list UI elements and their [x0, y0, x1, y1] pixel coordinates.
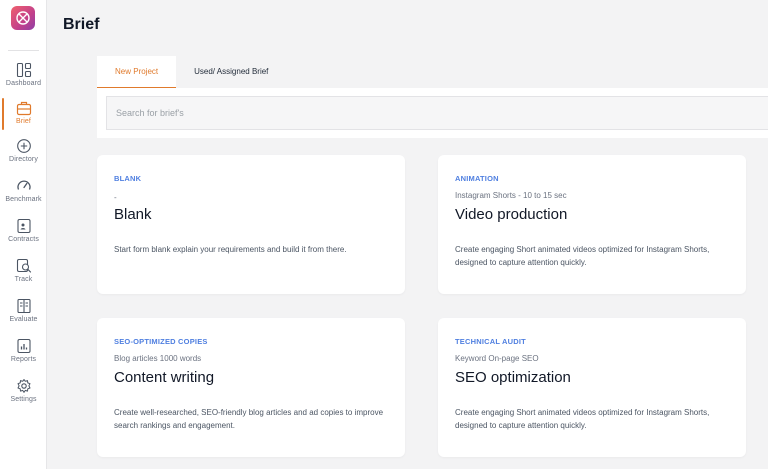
- card-title: Blank: [114, 206, 152, 223]
- sidebar-item-evaluate[interactable]: Evaluate: [0, 298, 47, 336]
- sidebar-item-benchmark[interactable]: Benchmark: [0, 178, 47, 216]
- search-panel: [97, 88, 768, 138]
- sidebar-item-settings[interactable]: Settings: [0, 378, 47, 416]
- gear-icon: [17, 379, 30, 393]
- card-subtitle: Blog articles 1000 words: [114, 354, 202, 363]
- card-category: BLANK: [114, 174, 142, 183]
- dashboard-icon: [16, 62, 31, 78]
- card-title: Video production: [455, 206, 568, 223]
- sidebar-item-directory[interactable]: Directory: [0, 138, 47, 176]
- sidebar-item-label: Evaluate: [9, 316, 38, 323]
- sidebar-item-reports[interactable]: Reports: [0, 338, 47, 376]
- gauge-icon: [16, 180, 31, 190]
- card-category: TECHNICAL AUDIT: [455, 337, 526, 346]
- page-title: Brief: [63, 16, 100, 33]
- report-icon: [16, 338, 31, 354]
- brief-card-animation[interactable]: ANIMATION Instagram Shorts - 10 to 15 se…: [438, 155, 746, 294]
- sidebar-item-label: Settings: [10, 396, 37, 403]
- brief-card-technical-audit[interactable]: TECHNICAL AUDIT Keyword On-page SEO SEO …: [438, 318, 746, 457]
- card-category: SEO-OPTIMIZED COPIES: [114, 337, 208, 346]
- sidebar-item-label: Reports: [10, 356, 37, 363]
- contract-icon: [16, 218, 31, 234]
- logo-icon: [16, 11, 30, 25]
- tab-new-project[interactable]: New Project: [97, 56, 177, 88]
- book-icon: [16, 298, 31, 314]
- plus-circle-icon: [16, 139, 31, 153]
- card-title: Content writing: [114, 369, 215, 386]
- sidebar: Dashboard Brief Directory Benchmark Cont…: [0, 0, 47, 469]
- brief-card-blank[interactable]: BLANK - Blank Start form blank explain y…: [97, 155, 405, 294]
- tab-bar: New Project Used/ Assigned Brief: [97, 56, 286, 88]
- track-icon: [16, 258, 31, 273]
- sidebar-item-contracts[interactable]: Contracts: [0, 218, 47, 256]
- card-subtitle: Keyword On-page SEO: [455, 354, 539, 363]
- app-logo[interactable]: [11, 6, 35, 30]
- search-input[interactable]: [106, 96, 768, 130]
- sidebar-item-label: Track: [14, 276, 33, 283]
- card-title: SEO optimization: [455, 369, 571, 386]
- sidebar-item-track[interactable]: Track: [0, 258, 47, 296]
- sidebar-divider: [8, 50, 39, 51]
- sidebar-item-label: Brief: [16, 118, 31, 125]
- card-description: Create well-researched, SEO-friendly blo…: [114, 408, 384, 430]
- card-subtitle: -: [114, 193, 117, 202]
- briefcase-icon: [16, 101, 31, 116]
- sidebar-item-label: Dashboard: [5, 80, 42, 87]
- sidebar-item-brief[interactable]: Brief: [0, 98, 47, 138]
- card-description: Start form blank explain your requiremen…: [114, 245, 347, 254]
- sidebar-item-label: Benchmark: [5, 196, 42, 203]
- tab-used-assigned-brief[interactable]: Used/ Assigned Brief: [176, 56, 286, 88]
- card-description: Create engaging Short animated videos op…: [455, 245, 710, 267]
- sidebar-item-label: Directory: [9, 156, 38, 163]
- card-subtitle: Instagram Shorts - 10 to 15 sec: [455, 191, 567, 200]
- card-category: ANIMATION: [455, 174, 499, 183]
- brief-card-seo-copies[interactable]: SEO-OPTIMIZED COPIES Blog articles 1000 …: [97, 318, 405, 457]
- sidebar-item-dashboard[interactable]: Dashboard: [0, 62, 47, 100]
- card-description: Create engaging Short animated videos op…: [455, 408, 710, 430]
- sidebar-item-label: Contracts: [8, 236, 39, 243]
